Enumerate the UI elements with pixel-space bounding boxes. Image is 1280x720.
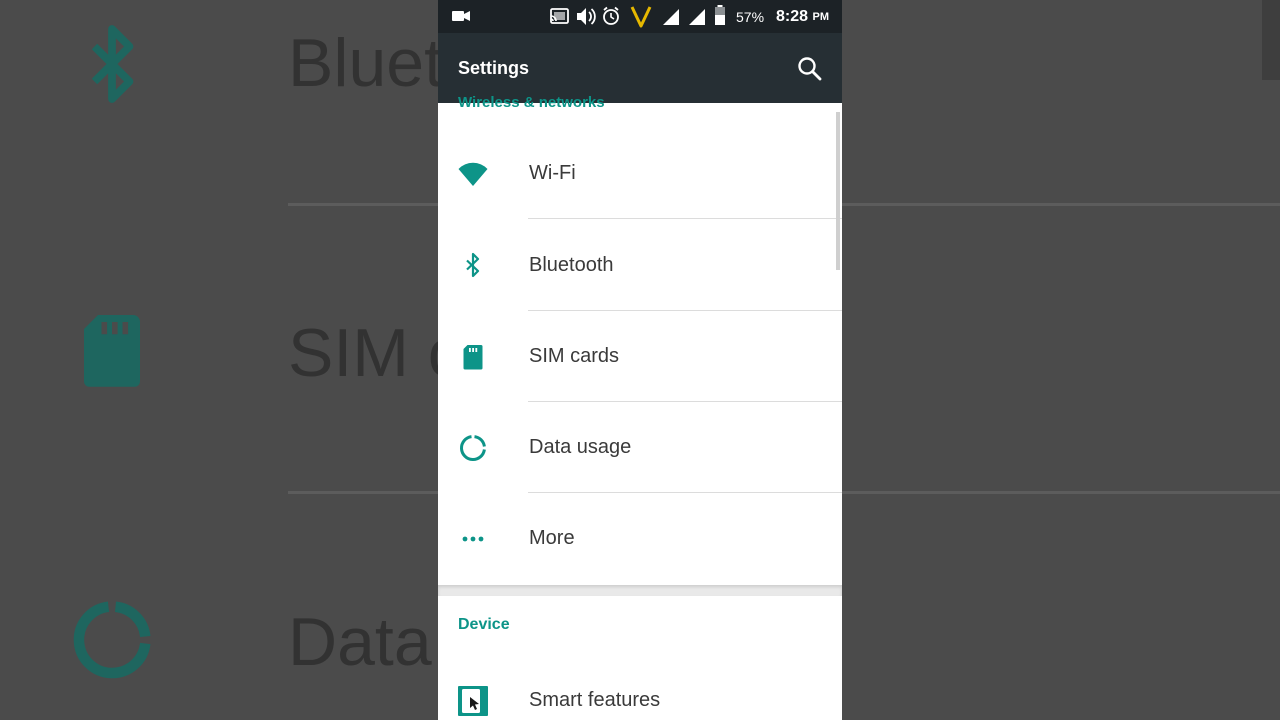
settings-item-label: SIM cards [529,345,620,367]
settings-item-label: Smart features [529,689,661,711]
settings-item-label: Bluetooth [529,254,614,276]
settings-item-more[interactable]: More [438,493,842,584]
video-camera-icon [452,11,470,21]
data-usage-icon [460,435,486,461]
section-header-wireless: Wireless & networks [458,94,605,107]
smart-features-icon [458,686,488,716]
vodafone-icon [630,6,652,28]
battery-percentage: 57% [736,8,765,25]
wifi-icon [458,162,488,186]
signal-icon [663,9,679,25]
search-button[interactable] [794,53,826,85]
settings-item-smart-features[interactable]: Smart features [438,655,842,720]
settings-item-data-usage[interactable]: Data usage [438,402,842,493]
settings-item-sim-cards[interactable]: SIM cards [438,311,842,402]
section-header-device: Device [458,616,510,633]
bluetooth-icon [466,252,480,278]
settings-item-label: Data usage [529,436,632,458]
bluetooth-icon [91,25,134,103]
status-bar: 57% 8:28 PM [438,0,842,33]
phone-screen: 57% 8:28 PM Settings Wireless & networks… [438,0,842,720]
data-usage-icon [73,601,151,679]
clock-ampm: PM [812,10,829,23]
background-label: Bluet [288,25,443,101]
clock-time: 8:28 [776,7,809,25]
clock: 8:28 PM [776,0,829,33]
background-label: SIM c [288,315,462,391]
section-separator [438,585,842,596]
settings-item-wifi[interactable]: Wi-Fi [438,128,842,219]
more-icon [462,536,484,542]
background-label: Data [288,604,432,680]
alarm-icon [603,6,619,25]
sim-card-icon [463,345,483,370]
sim-card-icon [84,315,140,387]
search-icon [798,57,822,81]
cast-icon [550,8,569,24]
settings-item-bluetooth[interactable]: Bluetooth [438,220,842,311]
volume-icon [577,8,596,25]
signal-icon [689,9,705,25]
scrollbar[interactable] [836,112,840,270]
list-divider [528,218,842,219]
settings-item-label: More [529,527,575,549]
background-scrollbar [1262,0,1280,80]
battery-icon [715,5,725,25]
settings-item-label: Wi-Fi [529,162,576,184]
